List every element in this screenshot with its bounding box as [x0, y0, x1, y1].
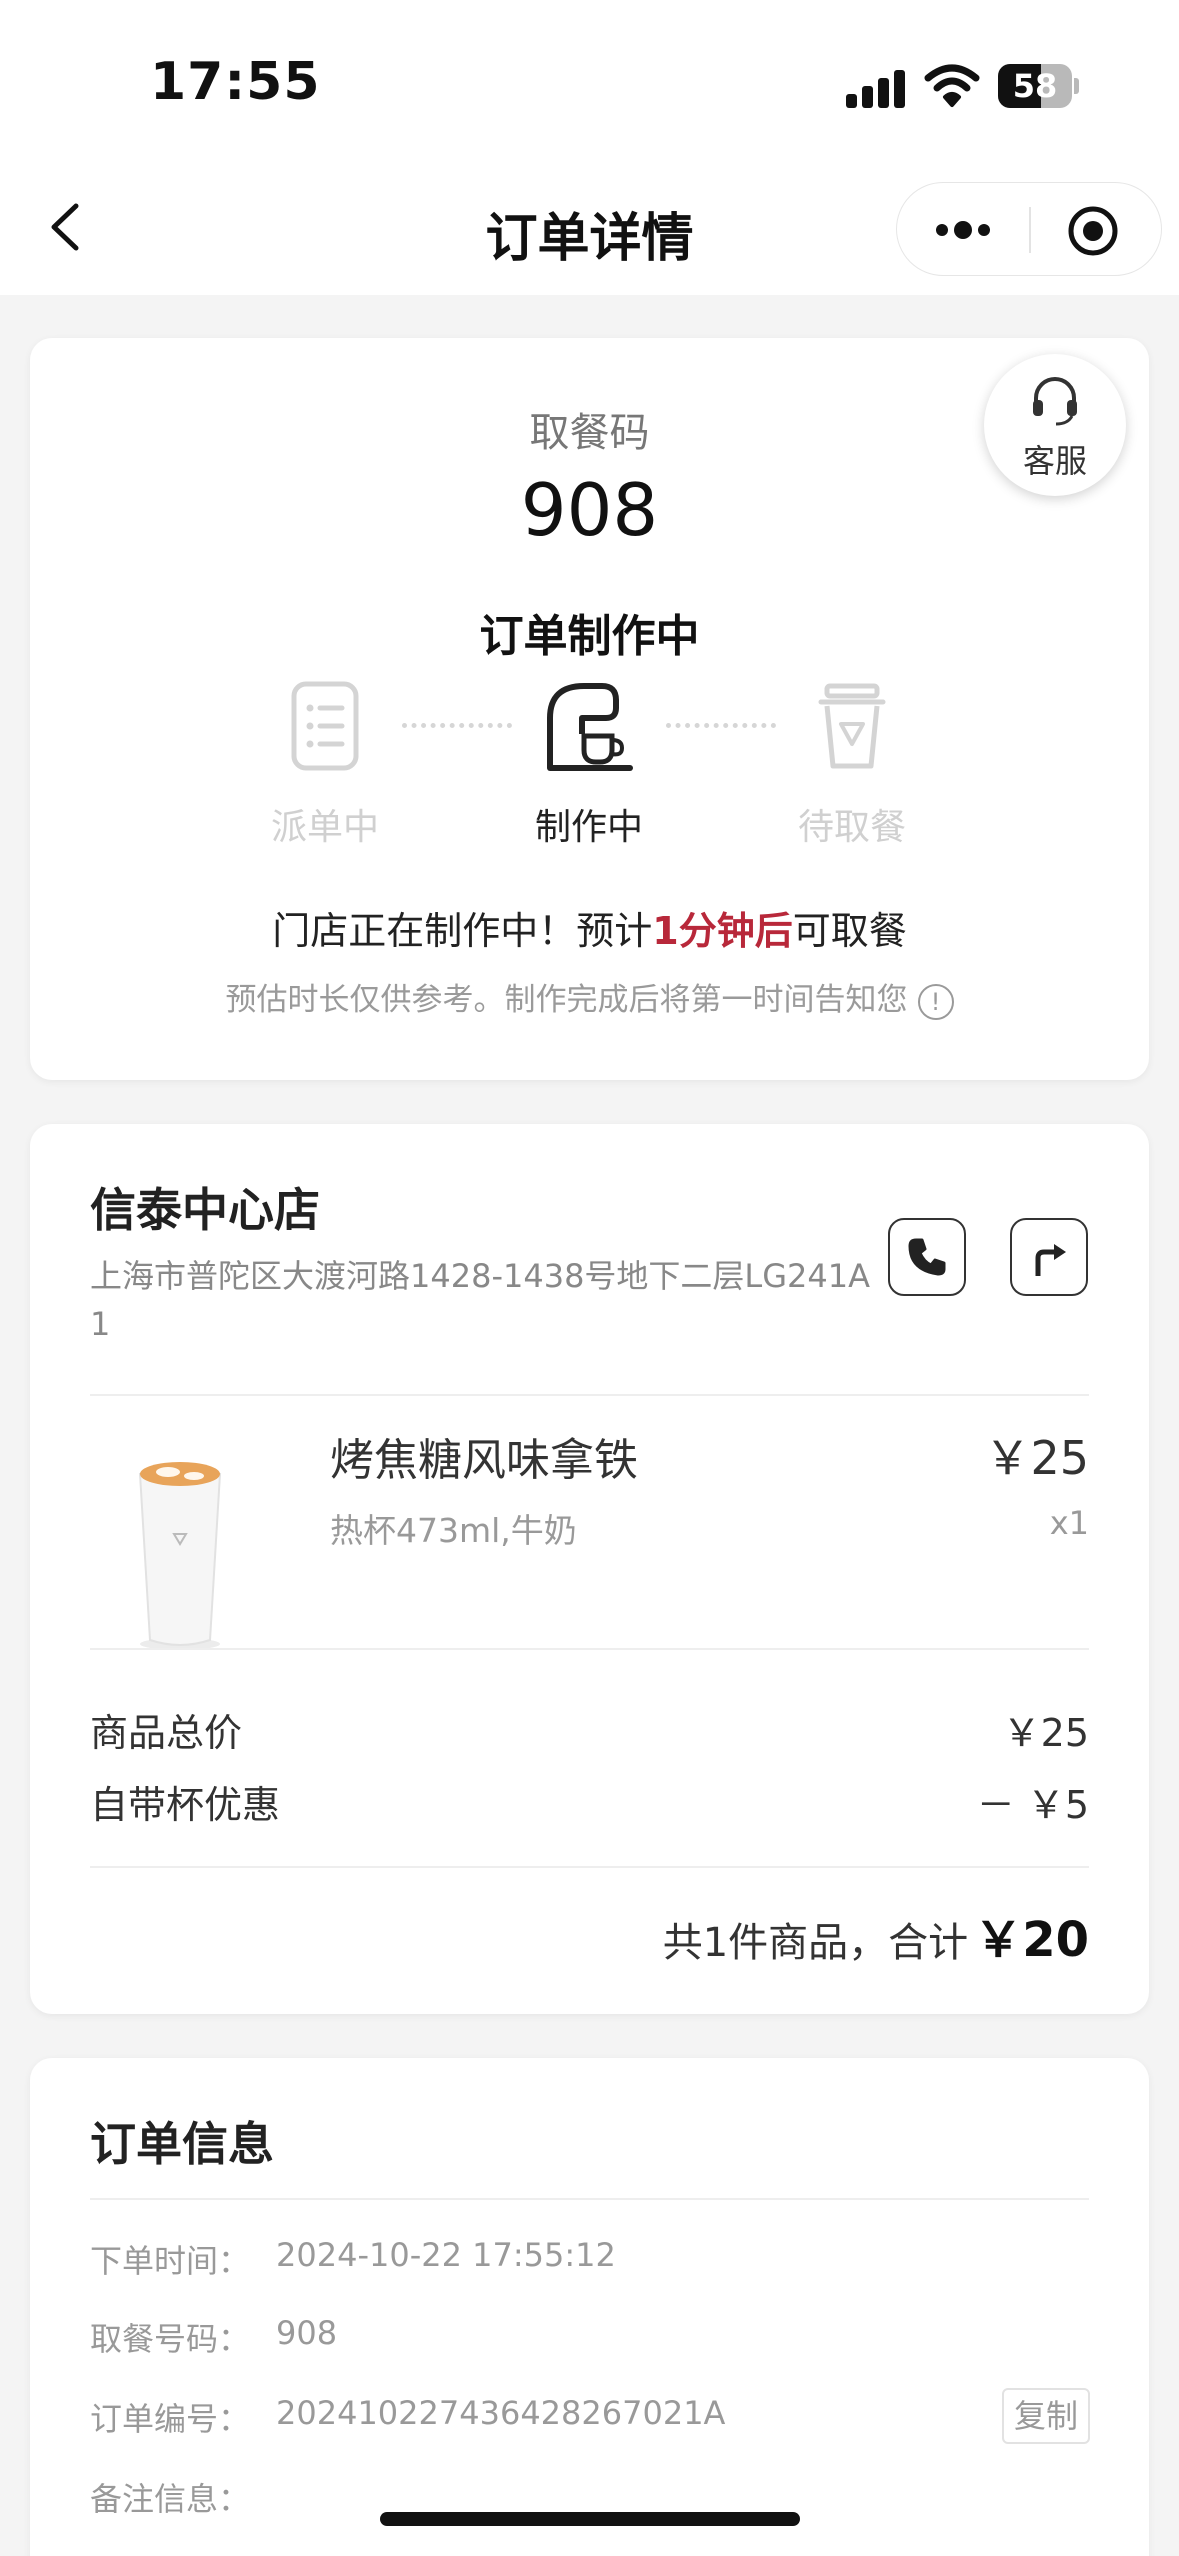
phone-icon: [908, 1238, 946, 1276]
pickup-number-value: 908: [276, 2314, 338, 2352]
status-message: 门店正在制作中！预计1分钟后可取餐: [30, 900, 1149, 955]
home-indicator[interactable]: [380, 2512, 800, 2526]
store-order-card: 信泰中心店 上海市普陀区大渡河路1428-1438号地下二层LG241A1 烤焦…: [30, 1124, 1149, 2014]
eta-highlight: 1分钟后: [652, 909, 793, 953]
step-preparing: 制作中: [489, 678, 689, 848]
product-spec: 热杯473ml,牛奶: [330, 1511, 577, 1550]
status-note-text: 预估时长仅供参考。制作完成后将第一时间告知您: [225, 982, 908, 1018]
divider: [90, 1866, 1089, 1868]
signal-icon: [846, 70, 908, 108]
status-time: 17:55: [150, 52, 321, 112]
status-bar: 17:55 58: [0, 0, 1179, 160]
info-icon[interactable]: !: [917, 983, 954, 1020]
order-time-label: 下单时间：: [90, 2242, 251, 2280]
call-store-button[interactable]: [888, 1218, 966, 1296]
step-label: 制作中: [534, 807, 643, 848]
battery-icon: 58: [998, 64, 1079, 108]
battery-level: 58: [1012, 67, 1058, 105]
order-total: 共1件商品，合计 ￥20: [663, 1900, 1089, 1970]
product-quantity: x1: [1049, 1504, 1089, 1542]
capsule-divider: [1029, 207, 1031, 253]
takeaway-cup-icon: [818, 683, 886, 769]
product-name: 烤焦糖风味拿铁: [330, 1435, 638, 1486]
divider: [90, 1394, 1089, 1396]
remark-label: 备注信息：: [90, 2480, 251, 2518]
step-dispatching: 派单中: [225, 678, 425, 848]
product-image: [138, 1462, 222, 1650]
navigate-store-button[interactable]: [1010, 1218, 1088, 1296]
directions-icon: [1035, 1244, 1066, 1276]
nav-bar: 订单详情: [0, 160, 1179, 295]
pickup-code-label: 取餐码: [529, 410, 650, 456]
status-note: 预估时长仅供参考。制作完成后将第一时间告知您!: [30, 974, 1149, 1020]
store-name: 信泰中心店: [90, 1183, 320, 1237]
step-label: 派单中: [270, 807, 379, 848]
order-status-card: 客服 取餐码 908 订单制作中 派单中 制作中 待取餐 门店正在制作中！预计1…: [30, 338, 1149, 1080]
total-prefix: 共1件商品，合计: [662, 1920, 969, 1966]
order-number-label: 订单编号：: [90, 2400, 251, 2438]
total-amount: ￥20: [974, 1912, 1089, 1968]
pickup-number-label: 取餐号码：: [90, 2320, 251, 2358]
discount-value: － ￥5: [976, 1783, 1089, 1827]
status-message-prefix: 门店正在制作中！预计: [272, 909, 653, 953]
subtotal-value: ￥25: [1002, 1711, 1089, 1755]
copy-order-number-button[interactable]: 复制: [1002, 2388, 1090, 2444]
step-label: 待取餐: [797, 807, 906, 848]
order-info-title: 订单信息: [90, 2117, 274, 2171]
order-info-card: 订单信息 下单时间： 2024-10-22 17:55:12 取餐号码： 908…: [30, 2058, 1149, 2556]
divider: [90, 1648, 1089, 1650]
coffee-machine-icon: [547, 683, 633, 771]
status-message-suffix: 可取餐: [792, 909, 907, 953]
pickup-code: 908: [520, 468, 659, 552]
subtotal-label: 商品总价: [90, 1711, 243, 1755]
step-ready-for-pickup: 待取餐: [752, 678, 952, 848]
order-list-icon: [291, 681, 359, 771]
wifi-icon: [924, 64, 980, 107]
miniprogram-capsule: [896, 182, 1162, 276]
order-time-value: 2024-10-22 17:55:12: [276, 2236, 616, 2274]
product-price: ￥25: [984, 1431, 1089, 1485]
order-number-value[interactable]: 202410227436428267021A: [276, 2394, 725, 2432]
divider: [90, 2198, 1089, 2200]
store-address: 上海市普陀区大渡河路1428-1438号地下二层LG241A1: [90, 1257, 871, 1343]
discount-label: 自带杯优惠: [90, 1783, 281, 1827]
order-status-title: 订单制作中: [479, 611, 700, 662]
target-circle-icon[interactable]: [1067, 205, 1119, 257]
more-dots-icon[interactable]: [933, 210, 993, 250]
